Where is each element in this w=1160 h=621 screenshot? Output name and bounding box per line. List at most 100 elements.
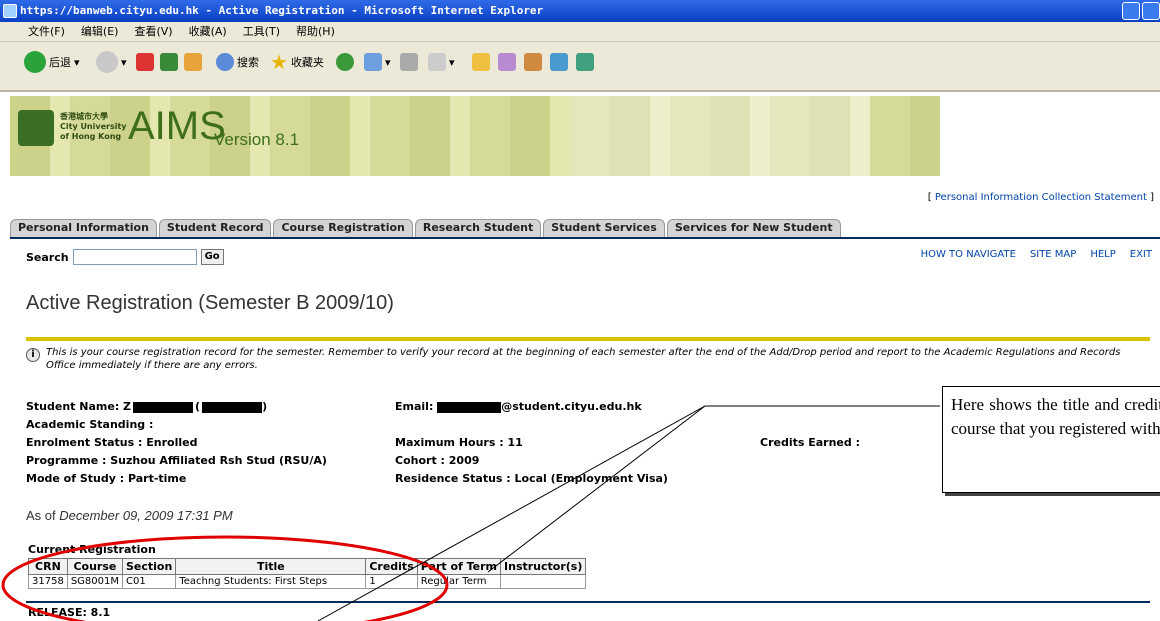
mode-of-study: Mode of Study : Part-time xyxy=(26,472,187,485)
home-button[interactable] xyxy=(184,50,202,74)
release-label: RELEASE: 8.1 xyxy=(28,606,111,619)
back-button[interactable]: 后退 ▾ xyxy=(24,50,80,74)
research-button[interactable] xyxy=(498,50,516,74)
search-button[interactable]: 搜索 xyxy=(216,50,259,74)
tab-student-services[interactable]: Student Services xyxy=(543,219,665,237)
favorites-label: 收藏夹 xyxy=(290,56,324,69)
tab-services-new-student[interactable]: Services for New Student xyxy=(666,219,841,237)
star-icon: ★ xyxy=(270,50,288,74)
favorites-button[interactable]: ★ 收藏夹 xyxy=(270,50,324,74)
title-divider xyxy=(26,337,1150,341)
col-part-of-term: Part of Term xyxy=(416,558,502,575)
research-icon xyxy=(498,53,516,71)
contacts-button[interactable] xyxy=(550,50,568,74)
menu-file[interactable]: 文件(F) xyxy=(28,22,65,41)
tab-research-student[interactable]: Research Student xyxy=(414,219,542,237)
cell-title: Teachng Students: First Steps xyxy=(175,574,367,589)
dropdown-arrow-icon: ▾ xyxy=(121,55,127,69)
edit-icon xyxy=(428,53,446,71)
nav-site-map[interactable]: SITE MAP xyxy=(1030,249,1076,260)
cityu-logo-text: 香港城市大學 City University of Hong Kong xyxy=(60,112,127,142)
contacts-icon xyxy=(550,53,568,71)
table-row: 31758 SG8001M C01 Teachng Students: Firs… xyxy=(28,574,587,589)
enrolment-status: Enrolment Status : Enrolled xyxy=(26,436,198,449)
search-icon xyxy=(216,53,234,71)
history-button[interactable] xyxy=(336,50,354,74)
bottom-rule xyxy=(26,601,1150,603)
dropdown-arrow-icon: ▾ xyxy=(449,55,455,69)
refresh-button[interactable] xyxy=(160,50,178,74)
cityu-logo-icon xyxy=(18,110,54,146)
back-arrow-icon xyxy=(24,51,46,73)
dropdown-arrow-icon: ▾ xyxy=(74,55,80,69)
as-of-value: December 09, 2009 17:31 PM xyxy=(59,508,233,523)
app-name: AIMS xyxy=(128,104,226,148)
refresh-icon xyxy=(160,53,178,71)
cell-course: SG8001M xyxy=(66,574,124,589)
dropdown-arrow-icon: ▾ xyxy=(385,55,391,69)
academic-standing: Academic Standing : xyxy=(26,418,154,431)
menu-tools[interactable]: 工具(T) xyxy=(243,22,280,41)
forward-button[interactable]: ▾ xyxy=(96,50,127,74)
annotation-callout: Here shows the title and credit course t… xyxy=(942,386,1160,493)
go-button[interactable]: Go xyxy=(200,249,224,265)
messenger-button[interactable] xyxy=(524,50,542,74)
history-icon xyxy=(336,53,354,71)
edit-button[interactable]: ▾ xyxy=(428,50,455,74)
top-nav: HOW TO NAVIGATE SITE MAP HELP EXIT xyxy=(921,249,1152,260)
search-row: Search Go xyxy=(26,249,224,265)
cohort: Cohort : 2009 xyxy=(395,454,480,467)
pics-link[interactable]: Personal Information Collection Statemen… xyxy=(935,192,1147,203)
back-label: 后退 xyxy=(49,56,71,69)
menu-help[interactable]: 帮助(H) xyxy=(296,22,335,41)
nav-exit[interactable]: EXIT xyxy=(1130,249,1152,260)
cell-crn: 31758 xyxy=(28,574,68,589)
maximize-button[interactable] xyxy=(1142,2,1160,20)
ie-icon xyxy=(3,4,17,18)
tab-course-registration[interactable]: Course Registration xyxy=(273,219,413,237)
window-title-bar: https://banweb.cityu.edu.hk - Active Reg… xyxy=(0,0,1160,22)
student-name-label: Student Name: Z xyxy=(26,400,132,413)
redaction-bar xyxy=(437,401,502,413)
menu-favorites[interactable]: 收藏(A) xyxy=(189,22,227,41)
stop-button[interactable] xyxy=(136,50,154,74)
stop-icon xyxy=(136,53,154,71)
email-label: Email: xyxy=(395,400,434,413)
maximum-hours: Maximum Hours : 11 xyxy=(395,436,523,449)
minimize-button[interactable] xyxy=(1122,2,1140,20)
folder-button[interactable] xyxy=(472,50,490,74)
tab-underline xyxy=(10,237,1160,239)
banner-decoration xyxy=(570,96,870,176)
tab-student-record[interactable]: Student Record xyxy=(158,219,272,237)
users-button[interactable] xyxy=(576,50,594,74)
aims-banner: 香港城市大學 City University of Hong Kong AIMS… xyxy=(10,96,940,176)
email-suffix: @student.cityu.edu.hk xyxy=(501,400,642,413)
cell-part-of-term: Regular Term xyxy=(416,574,502,589)
col-title: Title xyxy=(175,558,367,575)
forward-arrow-icon xyxy=(96,51,118,73)
logo-line: of Hong Kong xyxy=(60,132,122,141)
table-header-row: CRN Course Section Title Credits Part of… xyxy=(28,558,587,575)
search-label: Search xyxy=(26,250,69,264)
registration-table: CRN Course Section Title Credits Part of… xyxy=(28,558,587,589)
notice-text: This is your course registration record … xyxy=(46,347,1121,371)
mail-button[interactable]: ▾ xyxy=(364,50,391,74)
logo-line: 香港城市大學 xyxy=(60,112,108,121)
books-icon xyxy=(524,53,542,71)
tab-personal-information[interactable]: Personal Information xyxy=(10,219,157,237)
menu-view[interactable]: 查看(V) xyxy=(134,22,172,41)
users-icon xyxy=(576,53,594,71)
home-icon xyxy=(184,53,202,71)
menu-edit[interactable]: 编辑(E) xyxy=(81,22,119,41)
menu-bar: 文件(F) 编辑(E) 查看(V) 收藏(A) 工具(T) 帮助(H) xyxy=(0,22,1160,42)
search-input[interactable] xyxy=(72,249,197,265)
programme: Programme : Suzhou Affiliated Rsh Stud (… xyxy=(26,454,327,467)
browser-toolbar: 后退 ▾ ▾ 搜索 ★ 收藏夹 ▾ ▾ xyxy=(0,42,1160,92)
nav-help[interactable]: HELP xyxy=(1090,249,1115,260)
print-button[interactable] xyxy=(400,50,418,74)
current-registration-heading: Current Registration xyxy=(28,543,156,556)
nav-how-to-navigate[interactable]: HOW TO NAVIGATE xyxy=(921,249,1016,260)
redaction-bar xyxy=(133,401,194,413)
cell-credits: 1 xyxy=(365,574,418,589)
col-instructors: Instructor(s) xyxy=(500,558,587,575)
